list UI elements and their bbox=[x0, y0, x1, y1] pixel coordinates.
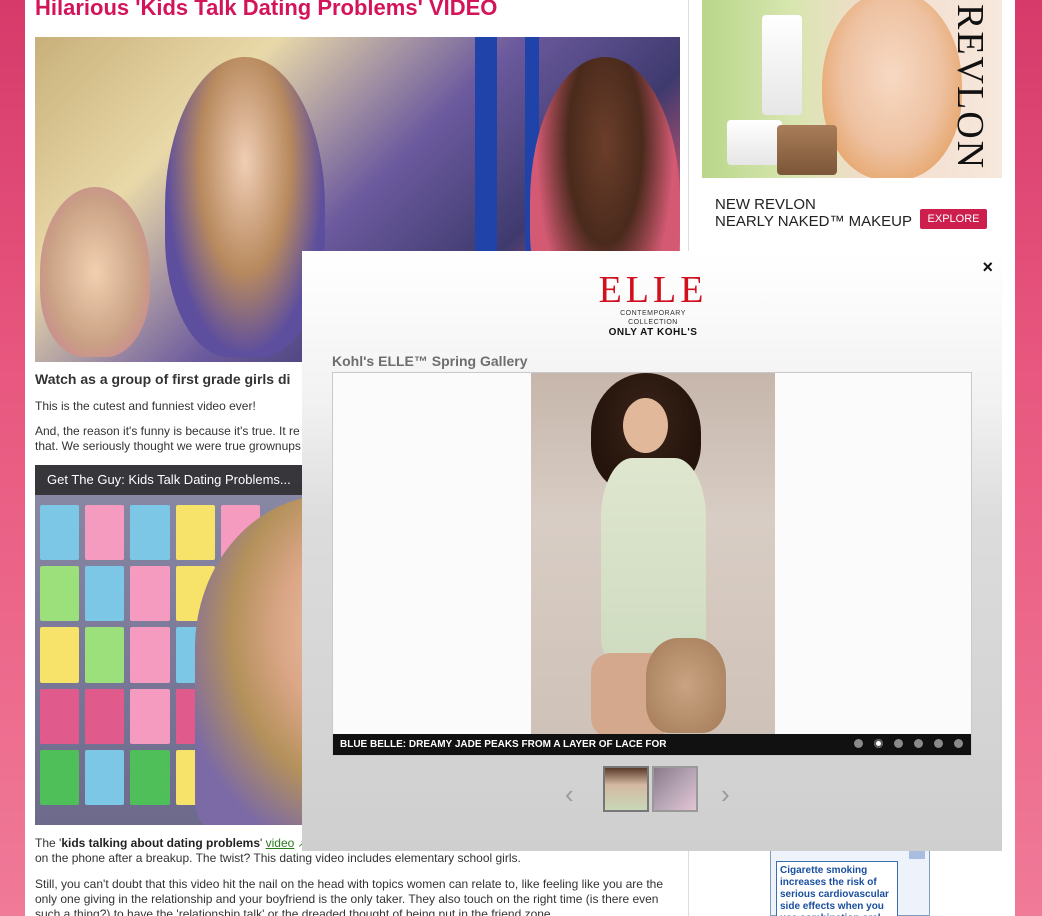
drug-info-text: Cigarette smoking increases the risk of … bbox=[776, 861, 898, 916]
product-bottle bbox=[777, 125, 837, 175]
photo-caption: BLUE BELLE: DREAMY JADE PEAKS FROM A LAY… bbox=[340, 739, 667, 750]
product-bottle bbox=[762, 15, 802, 115]
prev-arrow-icon[interactable]: ‹ bbox=[565, 779, 574, 810]
paragraph-topics-line1: Still, you can't doubt that this video h… bbox=[35, 877, 663, 891]
next-arrow-icon[interactable]: › bbox=[721, 779, 730, 810]
explore-button[interactable]: EXPLORE bbox=[920, 209, 987, 229]
ad-text: NEW REVLON NEARLY NAKED™ MAKEUP bbox=[715, 196, 912, 230]
revlon-ad-image[interactable]: REVLON bbox=[702, 0, 1002, 178]
paragraph-topics-line3: such a thing?) to have the 'relationship… bbox=[35, 907, 554, 916]
gallery-frame: BLUE BELLE: DREAMY JADE PEAKS FROM A LAY… bbox=[332, 372, 972, 756]
article-headline[interactable]: Hilarious 'Kids Talk Dating Problems' VI… bbox=[35, 0, 497, 19]
lace-dress bbox=[601, 458, 706, 658]
model-face bbox=[822, 0, 962, 178]
text-fragment: The ' bbox=[35, 836, 62, 850]
handbag bbox=[646, 638, 726, 733]
slide-dot[interactable] bbox=[854, 739, 863, 748]
logo-kohls: ONLY AT KOHL'S bbox=[608, 327, 698, 338]
article-subhead: Watch as a group of first grade girls di bbox=[35, 371, 291, 387]
child-figure bbox=[165, 57, 325, 357]
slide-dot[interactable] bbox=[894, 739, 903, 748]
ad-line1: NEW REVLON bbox=[715, 196, 816, 213]
slide-dot[interactable] bbox=[914, 739, 923, 748]
gallery-title: Kohl's ELLE™ Spring Gallery bbox=[332, 353, 528, 369]
elle-logo-text: ELLE bbox=[598, 269, 708, 311]
thumbnail-1[interactable] bbox=[603, 766, 649, 812]
paragraph-video-desc-line2: on the phone after a breakup. The twist?… bbox=[35, 851, 521, 865]
slide-dots bbox=[854, 739, 963, 748]
drug-info-box: Cigarette smoking increases the risk of … bbox=[770, 848, 930, 916]
gallery-modal: × ELLE CONTEMPORARY COLLECTION ONLY AT K… bbox=[302, 251, 1002, 851]
elle-kohls-logo: ELLE CONTEMPORARY COLLECTION ONLY AT KOH… bbox=[598, 269, 708, 338]
gallery-photo[interactable] bbox=[531, 373, 775, 734]
product-bottle bbox=[727, 120, 782, 165]
caption-bar: BLUE BELLE: DREAMY JADE PEAKS FROM A LAY… bbox=[333, 734, 971, 755]
model-face bbox=[623, 398, 668, 453]
paragraph-topics-line2: only one giving in the relationship and … bbox=[35, 892, 659, 906]
ad-line2: NEARLY NAKED™ MAKEUP bbox=[715, 213, 912, 230]
video-link[interactable]: video bbox=[266, 836, 295, 850]
thumbnail-2[interactable] bbox=[652, 766, 698, 812]
slide-dot[interactable] bbox=[934, 739, 943, 748]
logo-sub: CONTEMPORARY COLLECTION bbox=[620, 310, 686, 326]
slide-dot-active[interactable] bbox=[874, 739, 883, 748]
ad-brand: REVLON bbox=[949, 4, 991, 171]
close-icon[interactable]: × bbox=[982, 257, 993, 278]
slide-dot[interactable] bbox=[954, 739, 963, 748]
child-figure bbox=[40, 187, 150, 357]
text-bold: kids talking about dating problems bbox=[61, 836, 260, 850]
